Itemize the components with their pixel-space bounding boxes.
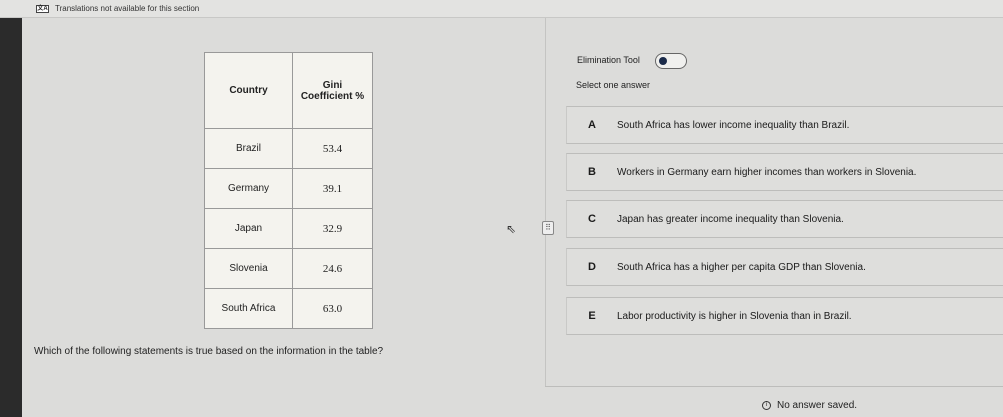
table-row: Brazil 53.4 xyxy=(204,128,373,169)
translate-icon: 文A xyxy=(36,4,49,13)
pane-divider[interactable] xyxy=(545,18,546,417)
choice-letter: A xyxy=(588,119,596,131)
cell-gini: 32.9 xyxy=(292,208,373,249)
cell-country: Japan xyxy=(204,208,293,249)
gini-table-container: Country Gini Coefficient % Brazil 53.4 G… xyxy=(204,52,373,329)
table-row: Slovenia 24.6 xyxy=(204,248,373,289)
cell-gini: 39.1 xyxy=(292,168,373,209)
choice-letter: D xyxy=(588,261,596,273)
choice-letter: B xyxy=(588,166,596,178)
cell-gini: 24.6 xyxy=(292,248,373,289)
choice-text: Labor productivity is higher in Slovenia… xyxy=(617,310,852,322)
table-row: South Africa 63.0 xyxy=(204,288,373,329)
left-edge xyxy=(0,18,22,417)
table-row: Germany 39.1 xyxy=(204,168,373,209)
choice-text: South Africa has lower income inequality… xyxy=(617,119,850,131)
choice-b[interactable]: B Workers in Germany earn higher incomes… xyxy=(566,153,1003,191)
mouse-cursor-icon: ⇖ xyxy=(506,222,517,236)
cell-country: Brazil xyxy=(204,128,293,169)
choice-text: Japan has greater income inequality than… xyxy=(617,213,844,225)
cell-gini: 53.4 xyxy=(292,128,373,169)
translation-notice: Translations not available for this sect… xyxy=(55,4,200,13)
choice-letter: C xyxy=(588,213,596,225)
top-bar: 文A Translations not available for this s… xyxy=(0,0,1003,18)
elimination-tool-toggle[interactable] xyxy=(655,53,687,69)
question-text: Which of the following statements is tru… xyxy=(34,346,384,357)
choice-a[interactable]: A South Africa has lower income inequali… xyxy=(566,106,1003,144)
status-text: No answer saved. xyxy=(777,400,858,411)
elimination-tool-label: Elimination Tool xyxy=(577,55,640,65)
header-gini: Gini Coefficient % xyxy=(292,52,373,129)
choice-c[interactable]: C Japan has greater income inequality th… xyxy=(566,200,1003,238)
cell-country: Germany xyxy=(204,168,293,209)
cell-country: Slovenia xyxy=(204,248,293,289)
choice-e[interactable]: E Labor productivity is higher in Sloven… xyxy=(566,297,1003,335)
answer-status: i No answer saved. xyxy=(762,400,857,411)
choice-letter: E xyxy=(588,310,596,322)
choice-text: South Africa has a higher per capita GDP… xyxy=(617,261,866,273)
header-country: Country xyxy=(204,52,293,129)
gini-table: Country Gini Coefficient % Brazil 53.4 G… xyxy=(204,52,373,329)
info-icon: i xyxy=(762,401,771,410)
table-row: Japan 32.9 xyxy=(204,208,373,249)
toggle-knob xyxy=(659,57,667,65)
select-prompt: Select one answer xyxy=(576,80,651,90)
choice-d[interactable]: D South Africa has a higher per capita G… xyxy=(566,248,1003,286)
cell-country: South Africa xyxy=(204,288,293,329)
drag-handle-icon[interactable]: ⠿ xyxy=(542,221,554,235)
cell-gini: 63.0 xyxy=(292,288,373,329)
choice-text: Workers in Germany earn higher incomes t… xyxy=(617,166,917,178)
